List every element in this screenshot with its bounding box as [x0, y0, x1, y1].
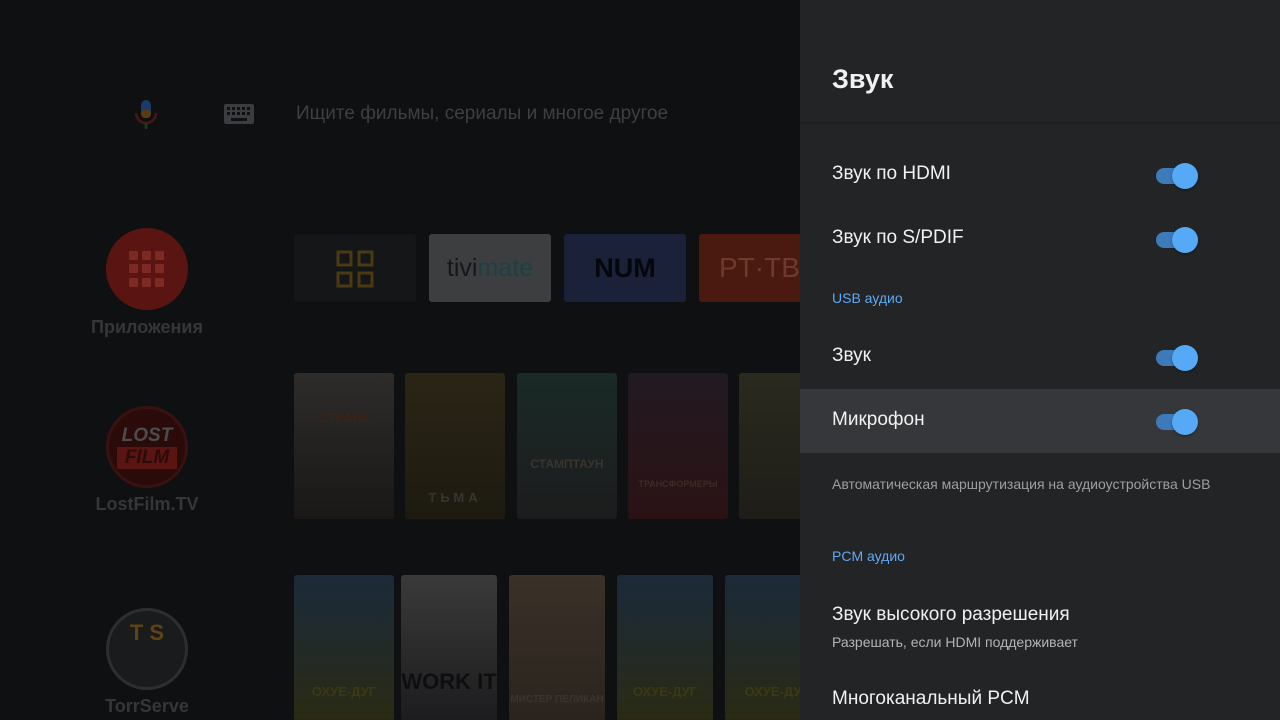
rail-label-torrserve: TorrServe [105, 696, 189, 716]
usb-routing-hint: Автоматическая маршрутизация на аудиоуст… [832, 476, 1211, 492]
row-label: Звук по HDMI [832, 163, 951, 184]
row-label: Многоканальный PCM [832, 688, 1030, 709]
spdif-sound-row[interactable]: Звук по S/PDIF [800, 207, 1280, 271]
spdif-sound-toggle[interactable] [1156, 227, 1200, 253]
lostfilm-app-icon[interactable]: LOST FILM [106, 406, 188, 488]
pcm-audio-header: PCM аудио [832, 548, 905, 564]
usb-audio-header: USB аудио [832, 290, 903, 306]
apps-grid-icon [129, 251, 165, 287]
num-tile[interactable]: NUM [564, 234, 686, 302]
multichannel-pcm-row[interactable]: Многоканальный PCM [800, 668, 1280, 720]
sound-settings-panel: Звук Звук по HDMI Звук по S/PDIF USB ауд… [800, 0, 1280, 720]
usb-sound-toggle[interactable] [1156, 345, 1200, 371]
panel-title: Звук [832, 64, 894, 94]
poster-card[interactable]: ТЬМА [405, 373, 505, 519]
torrserve-logo: T S [129, 620, 165, 645]
hi-res-audio-row[interactable]: Звук высокого разрешения Разрешать, если… [800, 592, 1280, 664]
hdmi-sound-row[interactable]: Звук по HDMI [800, 143, 1280, 207]
row-label: Звук [832, 345, 871, 366]
rail-label-apps: Приложения [91, 317, 203, 337]
all-apps-tile[interactable] [294, 234, 416, 302]
usb-microphone-row[interactable]: Микрофон [800, 389, 1280, 453]
row-sublabel: Разрешать, если HDMI поддерживает [832, 634, 1078, 650]
torrserve-app-icon[interactable]: T S [106, 608, 188, 690]
poster-card[interactable]: СТРАНК [294, 373, 394, 519]
keyboard-icon[interactable] [224, 104, 254, 124]
tivimate-tile[interactable]: tivimate [429, 234, 551, 302]
lostfilm-logo: LOST FILM [109, 425, 185, 469]
launcher-background: Ищите фильмы, сериалы и многое другое Пр… [0, 0, 800, 720]
poster-card[interactable]: ОХУЕ-ДУГ [294, 575, 394, 720]
hdmi-sound-toggle[interactable] [1156, 163, 1200, 189]
poster-card[interactable]: СТАМПТАУН [517, 373, 617, 519]
poster-card[interactable]: WORK IT [401, 575, 497, 720]
usb-microphone-toggle[interactable] [1156, 409, 1200, 435]
row-label: Звук высокого разрешения [832, 604, 1070, 625]
rt-tile[interactable]: PT·TB [699, 234, 800, 302]
poster-card[interactable] [739, 373, 800, 519]
rail-label-lostfilm: LostFilm.TV [95, 494, 199, 514]
usb-sound-row[interactable]: Звук [800, 325, 1280, 389]
row-label: Звук по S/PDIF [832, 227, 964, 248]
panel-divider [800, 122, 1280, 125]
poster-card[interactable]: ОХУЕ-ДУГ [617, 575, 713, 720]
search-placeholder[interactable]: Ищите фильмы, сериалы и многое другое [296, 103, 668, 125]
apps-rail-icon[interactable] [106, 228, 188, 310]
poster-card[interactable]: МИСТЕР ПЕЛИКАН [509, 575, 605, 720]
mic-icon[interactable] [132, 98, 160, 130]
poster-card[interactable]: ТРАНСФОРМЕРЫ [628, 373, 728, 519]
grid-icon [336, 250, 374, 288]
poster-card[interactable]: ОХУЕ-ДУ [725, 575, 800, 720]
row-label: Микрофон [832, 409, 925, 430]
